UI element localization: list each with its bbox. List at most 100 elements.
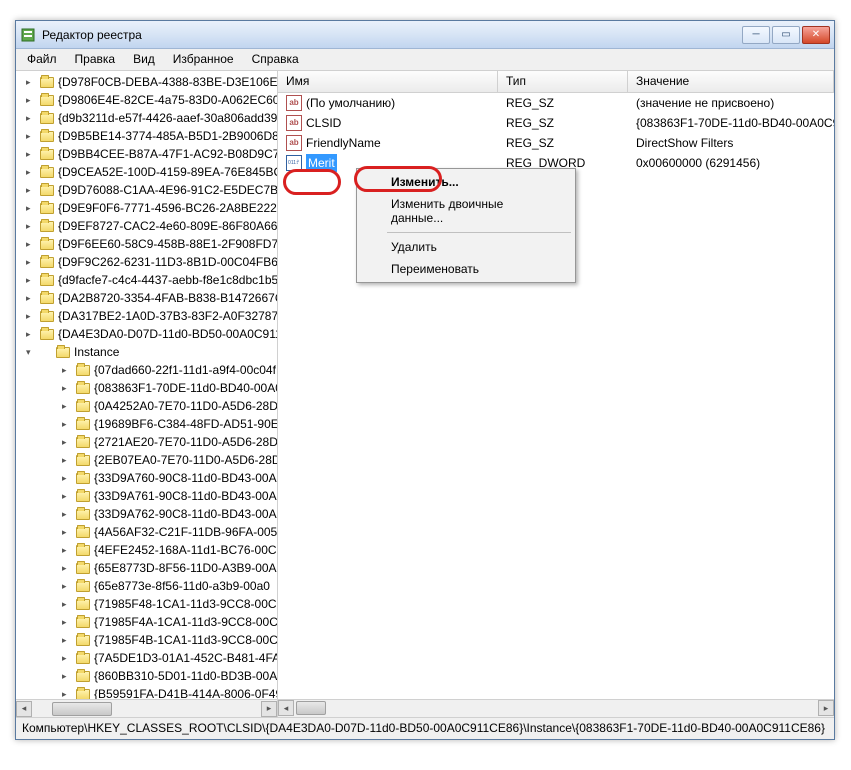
tree-key[interactable]: ▸{65E8773D-8F56-11D0-A3B9-00A0: [16, 559, 277, 577]
tree-key[interactable]: {D9CEA52E-100D-4159-89EA-76E845BC13: [16, 163, 277, 181]
tree-key[interactable]: ▸{4A56AF32-C21F-11DB-96FA-0050: [16, 523, 277, 541]
dword-value-icon: [286, 155, 302, 171]
tree-key[interactable]: {D9806E4E-82CE-4a75-83D0-A062EC6053: [16, 91, 277, 109]
menu-favorites[interactable]: Избранное: [164, 49, 243, 70]
string-value-icon: [286, 135, 302, 151]
tree-key[interactable]: {D9EF8727-CAC2-4e60-809E-86F80A6666: [16, 217, 277, 235]
folder-icon: [76, 419, 90, 430]
value-name: CLSID: [306, 114, 341, 132]
folder-icon: [40, 239, 54, 250]
listview-hscroll[interactable]: ◂ ▸: [278, 699, 834, 717]
folder-icon: [40, 275, 54, 286]
tree-key[interactable]: {D9E9F0F6-7771-4596-BC26-2A8BE222CB: [16, 199, 277, 217]
tree-key[interactable]: {DA317BE2-1A0D-37B3-83F2-A0F32787FC: [16, 307, 277, 325]
menu-view[interactable]: Вид: [124, 49, 164, 70]
tree-key[interactable]: ▸{33D9A762-90C8-11d0-BD43-00A0: [16, 505, 277, 523]
listview-row[interactable]: FriendlyName REG_SZDirectShow Filters: [278, 133, 834, 153]
folder-icon: [76, 671, 90, 682]
folder-icon: [40, 203, 54, 214]
titlebar[interactable]: Редактор реестра ─ ▭ ✕: [16, 21, 834, 49]
folder-icon: [76, 401, 90, 412]
value-data: {083863F1-70DE-11d0-BD40-00A0C911CE86}: [628, 114, 834, 132]
listview-header[interactable]: Имя Тип Значение: [278, 71, 834, 93]
folder-icon: [76, 509, 90, 520]
tree-key[interactable]: ▸{0A4252A0-7E70-11D0-A5D6-28DE: [16, 397, 277, 415]
string-value-icon: [286, 115, 302, 131]
tree-key[interactable]: ▸{71985F48-1CA1-11d3-9CC8-00C0: [16, 595, 277, 613]
tree-key[interactable]: {D9D76088-C1AA-4E96-91C2-E5DEC7B28: [16, 181, 277, 199]
tree-key[interactable]: ▸{B59591FA-D41B-414A-8006-0F49: [16, 685, 277, 699]
folder-icon: [40, 311, 54, 322]
col-type[interactable]: Тип: [498, 71, 628, 92]
value-type: REG_SZ: [498, 94, 628, 112]
tree-key[interactable]: {DA4E3DA0-D07D-11d0-BD50-00A0C911C: [16, 325, 277, 343]
value-name: (По умолчанию): [306, 94, 395, 112]
scroll-right-icon[interactable]: ▸: [261, 701, 277, 717]
scroll-left-icon[interactable]: ◂: [278, 700, 294, 716]
folder-icon: [40, 185, 54, 196]
tree-key[interactable]: {D9B5BE14-3774-485A-B5D1-2B9006D8D: [16, 127, 277, 145]
tree-key[interactable]: {D978F0CB-DEBA-4388-83BE-D3E106E02A: [16, 73, 277, 91]
menu-edit[interactable]: Правка: [66, 49, 125, 70]
menu-help[interactable]: Справка: [243, 49, 308, 70]
tree-key[interactable]: ▸{71985F4B-1CA1-11d3-9CC8-00C0: [16, 631, 277, 649]
folder-icon: [76, 437, 90, 448]
tree-key[interactable]: ▸{7A5DE1D3-01A1-452C-B481-4FA: [16, 649, 277, 667]
value-data: DirectShow Filters: [628, 134, 834, 152]
tree-key-instance[interactable]: Instance: [16, 343, 277, 361]
value-name: FriendlyName: [306, 134, 381, 152]
menu-item-rename[interactable]: Переименовать: [359, 258, 573, 280]
tree-pane[interactable]: {D978F0CB-DEBA-4388-83BE-D3E106E02A{D980…: [16, 71, 278, 717]
tree-key[interactable]: ▸{33D9A761-90C8-11d0-BD43-00A0: [16, 487, 277, 505]
menu-item-modify[interactable]: Изменить...: [359, 171, 573, 193]
scroll-thumb[interactable]: [52, 702, 112, 716]
col-value[interactable]: Значение: [628, 71, 834, 92]
value-data: 0x00600000 (6291456): [628, 154, 834, 172]
folder-icon: [76, 545, 90, 556]
value-data: (значение не присвоено): [628, 94, 834, 112]
maximize-button[interactable]: ▭: [772, 26, 800, 44]
listview-row[interactable]: (По умолчанию) REG_SZ(значение не присвое…: [278, 93, 834, 113]
tree-key[interactable]: ▸{65e8773e-8f56-11d0-a3b9-00a0: [16, 577, 277, 595]
tree-key[interactable]: ▸{083863F1-70DE-11d0-BD40-00A0: [16, 379, 277, 397]
registry-editor-window: Редактор реестра ─ ▭ ✕ Файл Правка Вид И…: [15, 20, 835, 740]
tree-key[interactable]: ▸{4EFE2452-168A-11d1-BC76-00C0: [16, 541, 277, 559]
value-type: REG_SZ: [498, 134, 628, 152]
folder-icon: [76, 563, 90, 574]
folder-icon: [76, 635, 90, 646]
menu-file[interactable]: Файл: [18, 49, 66, 70]
folder-icon: [76, 491, 90, 502]
minimize-button[interactable]: ─: [742, 26, 770, 44]
folder-icon: [40, 149, 54, 160]
tree-hscroll[interactable]: ◂ ▸: [16, 699, 277, 717]
tree-key[interactable]: ▸{71985F4A-1CA1-11d3-9CC8-00C0: [16, 613, 277, 631]
tree-key[interactable]: {DA2B8720-3354-4FAB-B838-B1472667C5: [16, 289, 277, 307]
tree-key[interactable]: {D9BB4CEE-B87A-47F1-AC92-B08D9C781: [16, 145, 277, 163]
scroll-left-icon[interactable]: ◂: [16, 701, 32, 717]
folder-icon: [40, 95, 54, 106]
folder-icon: [76, 617, 90, 628]
tree-key[interactable]: ▸{07dad660-22f1-11d1-a9f4-00c04f: [16, 361, 277, 379]
folder-icon: [40, 113, 54, 124]
col-name[interactable]: Имя: [278, 71, 498, 92]
tree-key[interactable]: {D9F9C262-6231-11D3-8B1D-00C04FB6BB: [16, 253, 277, 271]
statusbar: Компьютер\HKEY_CLASSES_ROOT\CLSID\{DA4E3…: [16, 717, 834, 739]
tree-key[interactable]: {D9F6EE60-58C9-458B-88E1-2F908FD7F87: [16, 235, 277, 253]
tree-key[interactable]: {d9b3211d-e57f-4426-aaef-30a806add397: [16, 109, 277, 127]
menu-item-modify-binary[interactable]: Изменить двоичные данные...: [359, 193, 573, 229]
tree-key[interactable]: ▸{19689BF6-C384-48FD-AD51-90E5: [16, 415, 277, 433]
tree-key[interactable]: ▸{2721AE20-7E70-11D0-A5D6-28DE: [16, 433, 277, 451]
scroll-thumb[interactable]: [296, 701, 326, 715]
value-type: REG_SZ: [498, 114, 628, 132]
tree-key[interactable]: ▸{33D9A760-90C8-11d0-BD43-00A0: [16, 469, 277, 487]
tree-key[interactable]: ▸{2EB07EA0-7E70-11D0-A5D6-28DE: [16, 451, 277, 469]
close-button[interactable]: ✕: [802, 26, 830, 44]
listview-row[interactable]: CLSID REG_SZ{083863F1-70DE-11d0-BD40-00A0…: [278, 113, 834, 133]
folder-icon: [76, 473, 90, 484]
tree-key[interactable]: {d9facfe7-c4c4-4437-aebb-f8e1c8dbc1b5: [16, 271, 277, 289]
menu-item-delete[interactable]: Удалить: [359, 236, 573, 258]
folder-icon: [40, 257, 54, 268]
string-value-icon: [286, 95, 302, 111]
scroll-right-icon[interactable]: ▸: [818, 700, 834, 716]
tree-key[interactable]: ▸{860BB310-5D01-11d0-BD3B-00A0: [16, 667, 277, 685]
